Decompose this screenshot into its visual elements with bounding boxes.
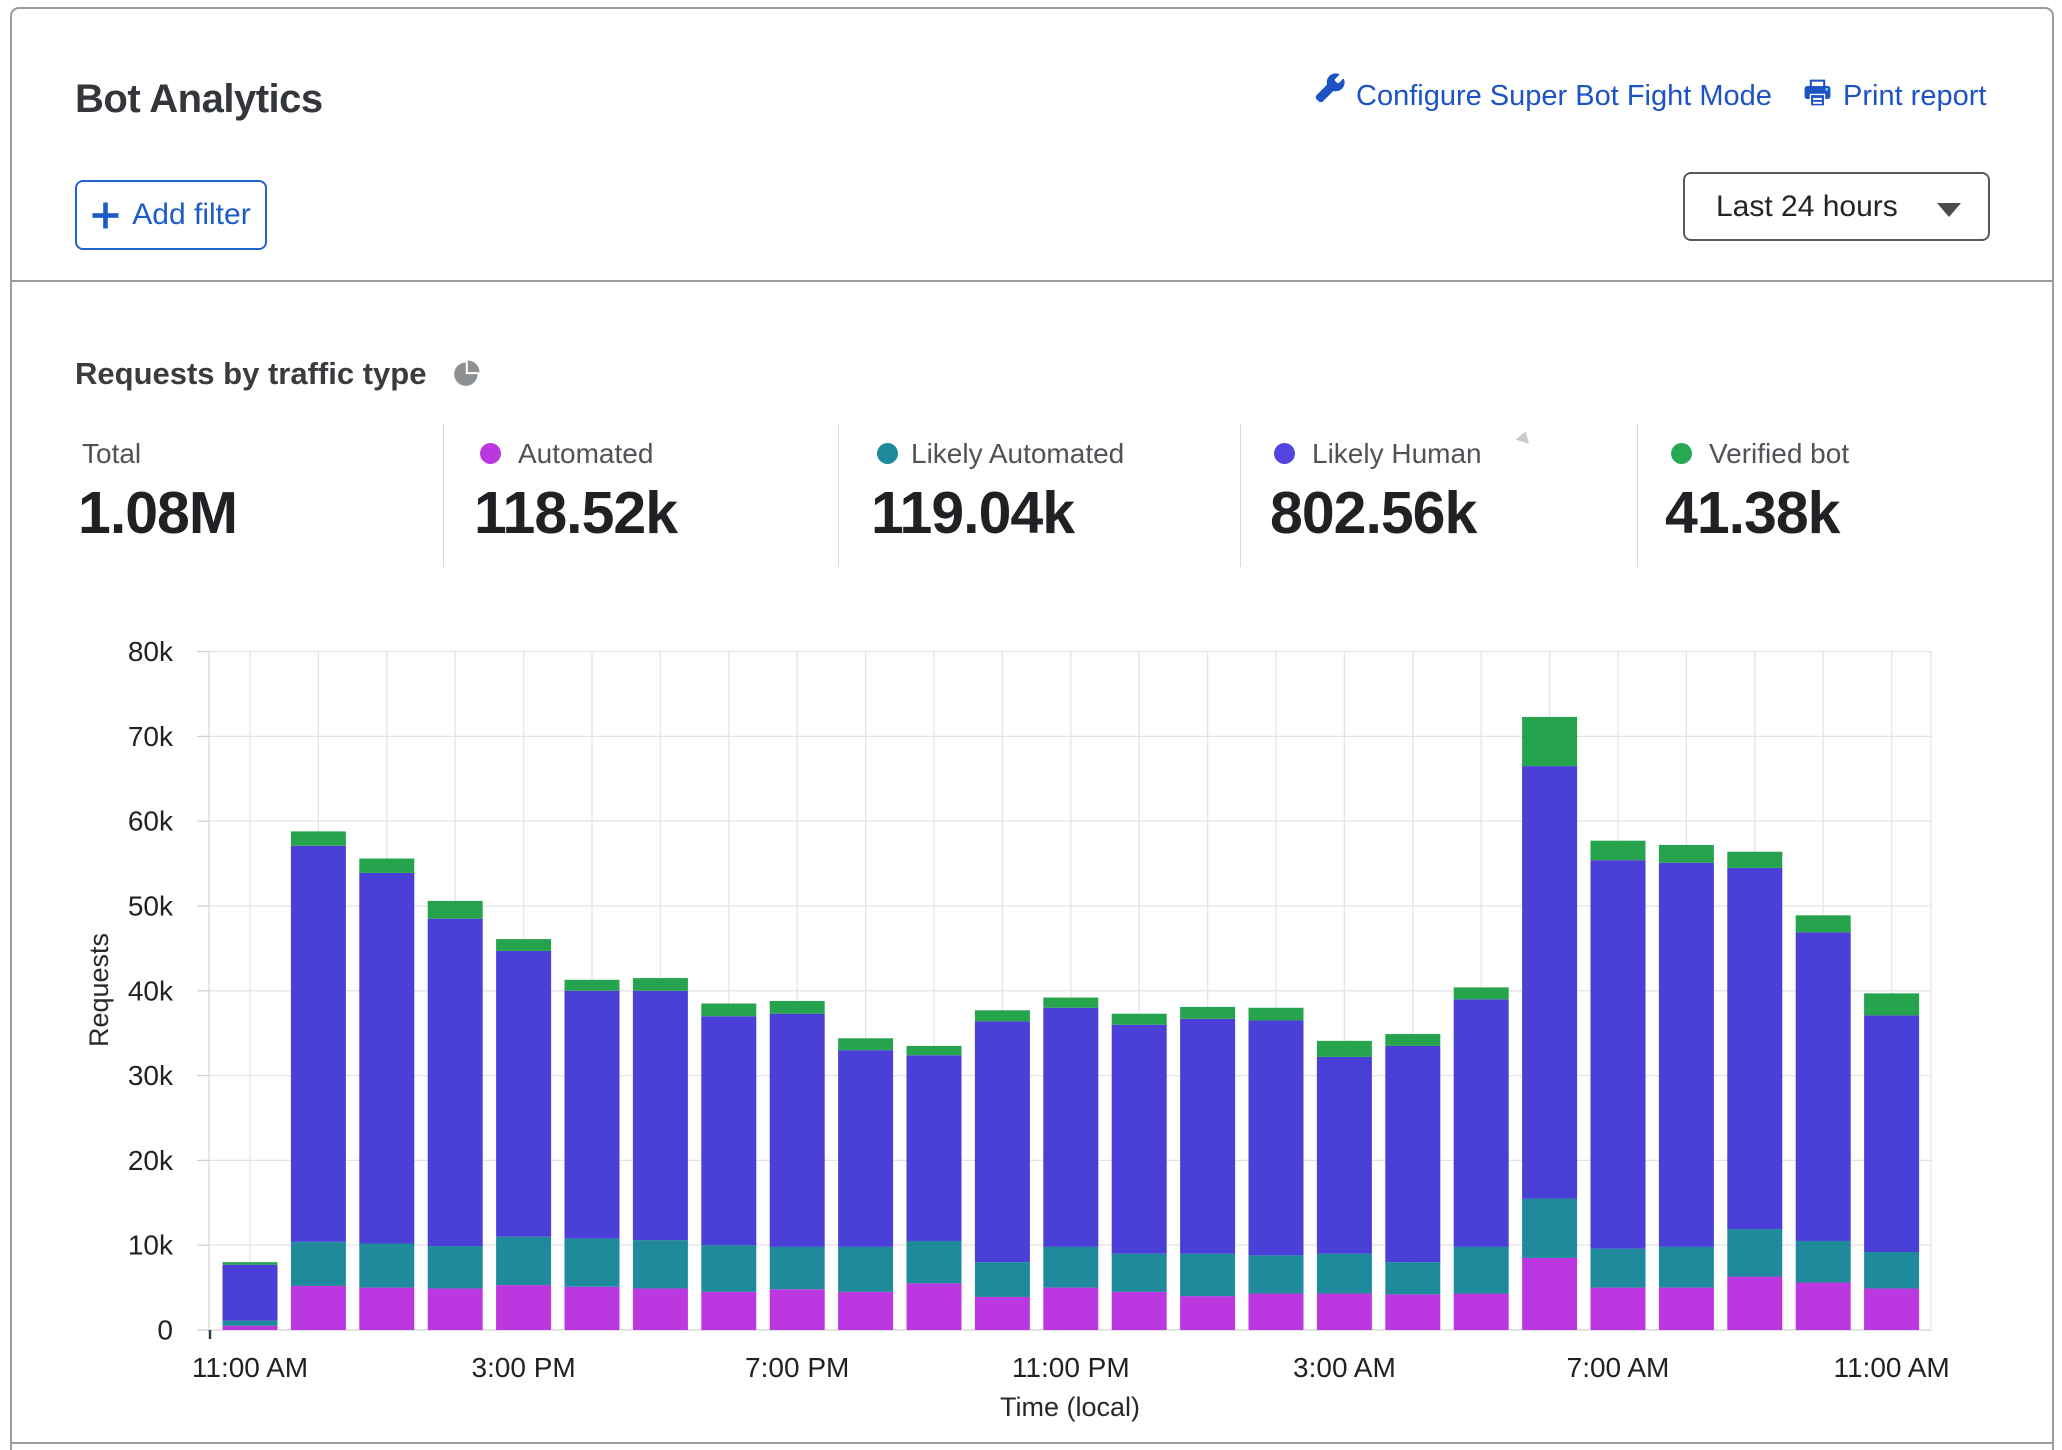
svg-text:10k: 10k (128, 1230, 174, 1261)
svg-text:70k: 70k (128, 721, 174, 752)
svg-text:20k: 20k (128, 1145, 174, 1176)
svg-text:Time (local): Time (local) (1000, 1392, 1140, 1422)
svg-text:3:00 PM: 3:00 PM (471, 1352, 575, 1383)
svg-text:60k: 60k (128, 806, 174, 837)
svg-text:7:00 PM: 7:00 PM (745, 1352, 849, 1383)
svg-text:30k: 30k (128, 1060, 174, 1091)
svg-text:Requests: Requests (84, 933, 114, 1047)
svg-text:11:00 AM: 11:00 AM (1833, 1352, 1949, 1383)
svg-text:3:00 AM: 3:00 AM (1293, 1352, 1396, 1383)
svg-text:0: 0 (157, 1315, 173, 1346)
svg-text:11:00 AM: 11:00 AM (192, 1352, 308, 1383)
svg-text:80k: 80k (128, 636, 174, 667)
svg-text:50k: 50k (128, 891, 174, 922)
svg-text:11:00 PM: 11:00 PM (1012, 1352, 1130, 1383)
svg-text:40k: 40k (128, 975, 174, 1006)
svg-text:7:00 AM: 7:00 AM (1567, 1352, 1670, 1383)
